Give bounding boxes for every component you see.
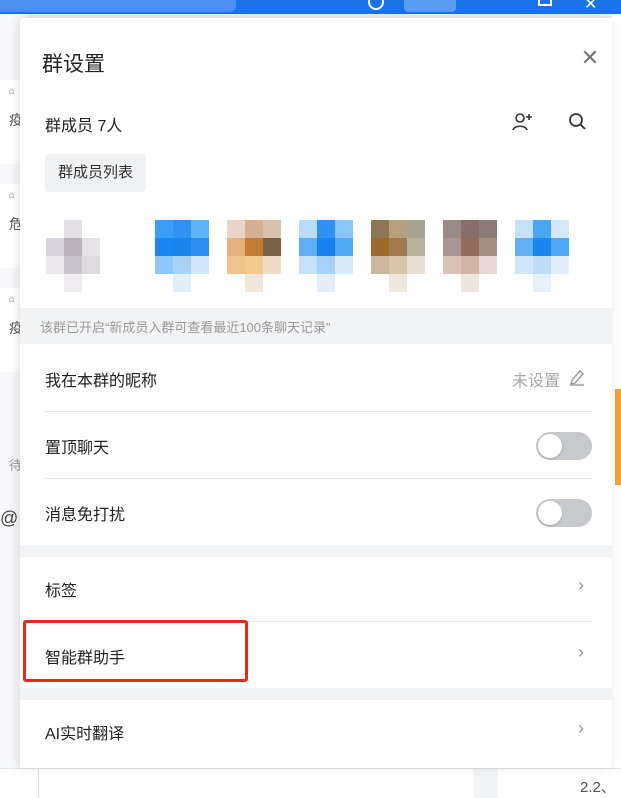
minimize-icon[interactable]: [538, 0, 552, 6]
avatar[interactable]: [371, 218, 425, 292]
ai-translate-label: AI实时翻译: [45, 726, 125, 743]
bottom-toolbar: 2.2、: [0, 768, 621, 798]
nickname-value: 未设置: [511, 373, 560, 390]
add-member-icon[interactable]: [510, 110, 534, 134]
avatar[interactable]: [227, 218, 281, 292]
window-close-icon[interactable]: ✕: [584, 0, 597, 14]
avatar[interactable]: [443, 218, 497, 292]
chat-area-edge: [612, 14, 621, 798]
pencil-icon[interactable]: [568, 366, 586, 386]
app-title-bar: ✕: [0, 0, 621, 14]
avatar[interactable]: [515, 218, 569, 292]
avatar[interactable]: [155, 218, 209, 292]
tags-label: 标签: [45, 583, 78, 600]
mention-icon[interactable]: @: [0, 508, 18, 529]
avatar[interactable]: [299, 218, 353, 292]
close-icon[interactable]: ✕: [578, 46, 602, 70]
chevron-right-icon: ›: [578, 718, 584, 738]
pin-chat-toggle[interactable]: [536, 432, 592, 460]
panel-title: 群设置: [42, 53, 105, 76]
search-box[interactable]: [0, 0, 236, 12]
ai-translate-row[interactable]: AI实时翻译 ›: [45, 698, 592, 765]
add-button[interactable]: [404, 0, 456, 12]
bot-icon: ⌂: [9, 86, 16, 97]
chevron-right-icon: ›: [578, 642, 584, 662]
history-icon[interactable]: [368, 0, 384, 10]
divider: [38, 769, 39, 798]
pin-chat-label: 置顶聊天: [45, 440, 110, 457]
notice-text: 该群已开启“新成员入群可查看最近100条聊天记录”: [40, 320, 331, 335]
toolbar-block: [474, 769, 498, 798]
chevron-right-icon: ›: [578, 575, 584, 595]
bot-icon: ⌂: [9, 190, 16, 201]
mute-label: 消息免打扰: [45, 507, 126, 524]
mute-toggle[interactable]: [536, 499, 592, 527]
bot-icon: ⌂: [9, 294, 16, 305]
toggle-knob: [538, 501, 562, 525]
nickname-label: 我在本群的昵称: [45, 373, 158, 390]
mute-row: 消息免打扰: [45, 479, 592, 546]
toggle-knob: [538, 434, 562, 458]
pin-chat-row: 置顶聊天: [43, 412, 592, 479]
member-avatar-grid: [46, 218, 596, 298]
document-text-fragment: 2.2、: [580, 779, 616, 796]
search-icon[interactable]: [567, 111, 587, 133]
group-settings-panel: 群设置 ✕ 群成员 7人 群成员列表 该群已开启“新成员入群可查看最近100条聊…: [20, 18, 612, 768]
member-list-button[interactable]: 群成员列表: [45, 154, 146, 192]
history-notice: 该群已开启“新成员入群可查看最近100条聊天记录”: [20, 308, 612, 344]
nickname-row[interactable]: 我在本群的昵称 未设置: [43, 345, 592, 412]
highlight-marker: [615, 389, 621, 485]
avatar[interactable]: [46, 218, 100, 292]
group-assistant-row[interactable]: 智能群助手 ›: [45, 622, 592, 689]
tags-row[interactable]: 标签 ›: [43, 555, 592, 622]
members-count-label: 群成员 7人: [45, 118, 123, 135]
group-assistant-label: 智能群助手: [45, 650, 126, 667]
